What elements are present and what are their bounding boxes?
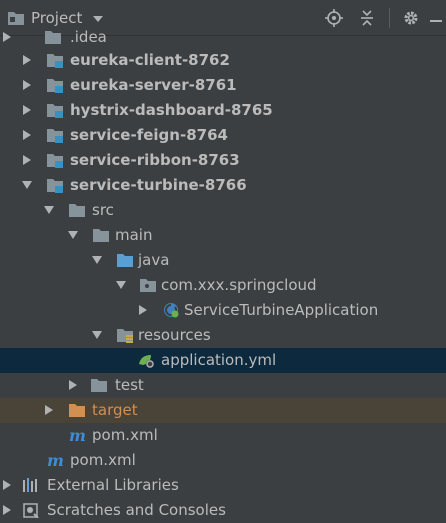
tree-node-label: hystrix-dashboard-8765 (70, 101, 273, 119)
tree-node-label: Scratches and Consoles (47, 501, 226, 519)
tree-node-serviceturbineapplication[interactable]: ServiceTurbineApplication (0, 298, 446, 323)
maven-icon: m (47, 452, 64, 468)
module-folder-icon (47, 79, 63, 93)
chevron-down-icon[interactable] (93, 16, 103, 22)
chevron-right-icon[interactable] (22, 55, 32, 65)
tree-node-label: main (115, 226, 153, 244)
tree-node-idea[interactable]: .idea (0, 25, 446, 50)
tree-node-pom-xml[interactable]: m pom.xml (0, 448, 446, 473)
tree-node-external-libraries[interactable]: External Libraries (0, 473, 446, 498)
tree-node-scratches-and-consoles[interactable]: Scratches and Consoles (0, 498, 446, 523)
folder-icon (69, 204, 85, 217)
folder-icon (8, 12, 24, 25)
chevron-right-icon[interactable] (2, 480, 12, 490)
chevron-right-icon[interactable] (22, 155, 32, 165)
target-folder-icon (69, 404, 85, 417)
svg-text:m: m (47, 452, 64, 468)
tree-node-service-feign-8764[interactable]: service-feign-8764 (0, 123, 446, 148)
tree-node-eureka-server-8761[interactable]: eureka-server-8761 (0, 73, 446, 98)
chevron-right-icon[interactable] (2, 32, 12, 42)
module-folder-icon (47, 129, 63, 143)
chevron-down-icon[interactable] (92, 255, 102, 265)
tree-node-resources[interactable]: resources (0, 323, 446, 348)
chevron-right-icon[interactable] (22, 105, 32, 115)
chevron-right-icon[interactable] (44, 405, 54, 415)
tree-node-label: External Libraries (47, 476, 179, 494)
libraries-icon (23, 478, 37, 492)
tree-node-label: ServiceTurbineApplication (184, 301, 379, 319)
chevron-right-icon[interactable] (2, 505, 12, 515)
resources-folder-icon (117, 329, 133, 343)
tree-node-target[interactable]: target (0, 398, 446, 423)
chevron-right-icon[interactable] (138, 305, 148, 315)
tree-node-label: java (138, 251, 170, 269)
maven-icon: m (69, 427, 86, 443)
chevron-down-icon[interactable] (22, 180, 32, 190)
tree-node-label: eureka-client-8762 (70, 51, 230, 69)
tree-node-main[interactable]: main (0, 223, 446, 248)
tree-node-label: application.yml (161, 351, 277, 369)
tree-node-label: target (92, 401, 138, 419)
tree-node-label: service-feign-8764 (70, 126, 228, 144)
folder-icon (91, 379, 107, 392)
folder-icon (45, 31, 61, 44)
spring-config-icon (139, 355, 154, 368)
tree-node-label: pom.xml (92, 426, 158, 444)
chevron-down-icon[interactable] (68, 230, 78, 240)
tree-node-label: eureka-server-8761 (70, 76, 237, 94)
source-folder-icon (117, 254, 133, 267)
tree-node-test[interactable]: test (0, 373, 446, 398)
tree-node-label: src (92, 201, 114, 219)
module-folder-icon (47, 104, 63, 118)
tree-node-service-ribbon-8763[interactable]: service-ribbon-8763 (0, 148, 446, 173)
folder-icon (93, 229, 109, 242)
tree-node-label: pom.xml (70, 451, 136, 469)
tree-node-service-turbine-8766[interactable]: service-turbine-8766 (0, 173, 446, 198)
chevron-down-icon[interactable] (116, 280, 126, 290)
tree-node-com-xxx-springcloud[interactable]: com.xxx.springcloud (0, 273, 446, 298)
tree-node-hystrix-dashboard-8765[interactable]: hystrix-dashboard-8765 (0, 98, 446, 123)
tree-node-java[interactable]: java (0, 248, 446, 273)
tree-node-label: resources (138, 326, 211, 344)
svg-text:m: m (69, 427, 86, 443)
tree-node-eureka-client-8762[interactable]: eureka-client-8762 (0, 48, 446, 73)
module-folder-icon (47, 179, 63, 193)
spring-boot-class-icon (164, 303, 179, 318)
module-folder-icon (47, 54, 63, 68)
tree-node-label: service-turbine-8766 (70, 176, 247, 194)
tree-node-label: service-ribbon-8763 (70, 151, 240, 169)
tree-node-label: com.xxx.springcloud (161, 276, 317, 294)
tree-node-src[interactable]: src (0, 198, 446, 223)
tree-node-application-yml[interactable]: application.yml (0, 348, 446, 373)
package-icon (140, 279, 156, 292)
module-folder-icon (47, 154, 63, 168)
tree-node-label: test (115, 376, 144, 394)
chevron-down-icon[interactable] (44, 205, 54, 215)
chevron-down-icon[interactable] (92, 330, 102, 340)
chevron-right-icon[interactable] (22, 130, 32, 140)
scratches-icon (23, 503, 39, 518)
chevron-right-icon[interactable] (22, 80, 32, 90)
tree-node-pom-xml[interactable]: m pom.xml (0, 423, 446, 448)
tree-node-label: .idea (70, 28, 107, 46)
chevron-right-icon[interactable] (68, 380, 78, 390)
